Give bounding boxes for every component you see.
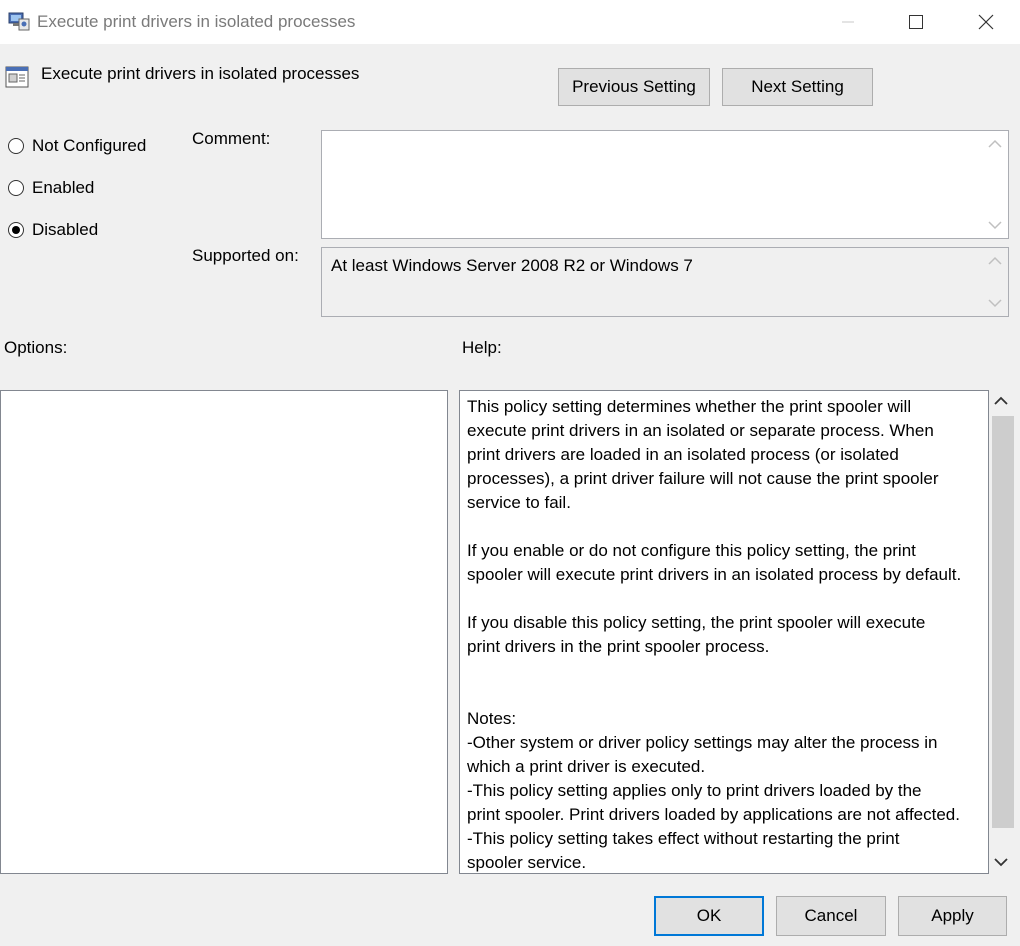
scroll-up-icon[interactable] [988, 256, 1002, 266]
enabled-label: Enabled [32, 178, 95, 197]
scroll-up-icon[interactable] [994, 396, 1008, 406]
help-line: spooler service. [467, 853, 587, 872]
scroll-down-icon[interactable] [988, 220, 1002, 230]
group-policy-icon [8, 11, 30, 31]
ok-button[interactable]: OK [654, 896, 764, 936]
help-scrollbar-thumb[interactable] [992, 416, 1014, 828]
help-line: execute print drivers in an isolated or … [467, 421, 934, 440]
help-line: processes), a print driver failure will … [467, 469, 939, 488]
previous-setting-button[interactable]: Previous Setting [558, 68, 710, 106]
disabled-label: Disabled [32, 220, 99, 239]
policy-setting-icon [5, 65, 29, 89]
scroll-up-icon[interactable] [988, 139, 1002, 149]
options-panel [0, 390, 448, 874]
scroll-down-icon[interactable] [988, 298, 1002, 308]
supported-on-value: At least Windows Server 2008 R2 or Windo… [331, 256, 693, 275]
enabled-radio[interactable] [8, 180, 24, 196]
supported-on-label: Supported on: [192, 246, 299, 265]
disabled-option[interactable]: Disabled [8, 220, 98, 240]
not-configured-label: Not Configured [32, 136, 147, 155]
policy-name: Execute print drivers in isolated proces… [41, 64, 360, 83]
close-icon[interactable] [958, 0, 1014, 44]
disabled-radio[interactable] [8, 222, 24, 238]
help-line: This policy setting determines whether t… [467, 397, 912, 416]
help-line: If you enable or do not configure this p… [467, 541, 916, 560]
not-configured-radio[interactable] [8, 138, 24, 154]
minimize-icon[interactable] [820, 0, 876, 44]
help-line: print drivers in the print spooler proce… [467, 637, 770, 656]
help-text: This policy setting determines whether t… [467, 395, 987, 875]
not-configured-option[interactable]: Not Configured [8, 136, 146, 156]
help-line: -This policy setting applies only to pri… [467, 781, 922, 800]
maximize-icon[interactable] [888, 0, 944, 44]
window-title: Execute print drivers in isolated proces… [37, 12, 356, 31]
apply-button[interactable]: Apply [898, 896, 1007, 936]
cancel-button[interactable]: Cancel [776, 896, 886, 936]
help-line: -Other system or driver policy settings … [467, 733, 938, 752]
help-panel[interactable]: This policy setting determines whether t… [459, 390, 989, 874]
help-line: print drivers are loaded in an isolated … [467, 445, 899, 464]
help-line: If you disable this policy setting, the … [467, 613, 926, 632]
comment-textarea[interactable] [321, 130, 1009, 239]
help-line: print spooler. Print drivers loaded by a… [467, 805, 960, 824]
next-setting-button[interactable]: Next Setting [722, 68, 873, 106]
help-line: -This policy setting takes effect withou… [467, 829, 900, 848]
help-label: Help: [462, 338, 502, 357]
enabled-option[interactable]: Enabled [8, 178, 94, 198]
help-line: Notes: [467, 709, 517, 728]
help-line: service to fail. [467, 493, 571, 512]
comment-label: Comment: [192, 129, 271, 148]
help-line: which a print driver is executed. [467, 757, 706, 776]
help-line: spooler will execute print drivers in an… [467, 565, 962, 584]
scroll-down-icon[interactable] [994, 857, 1008, 867]
supported-on-field: At least Windows Server 2008 R2 or Windo… [321, 247, 1009, 317]
options-label: Options: [4, 338, 68, 357]
